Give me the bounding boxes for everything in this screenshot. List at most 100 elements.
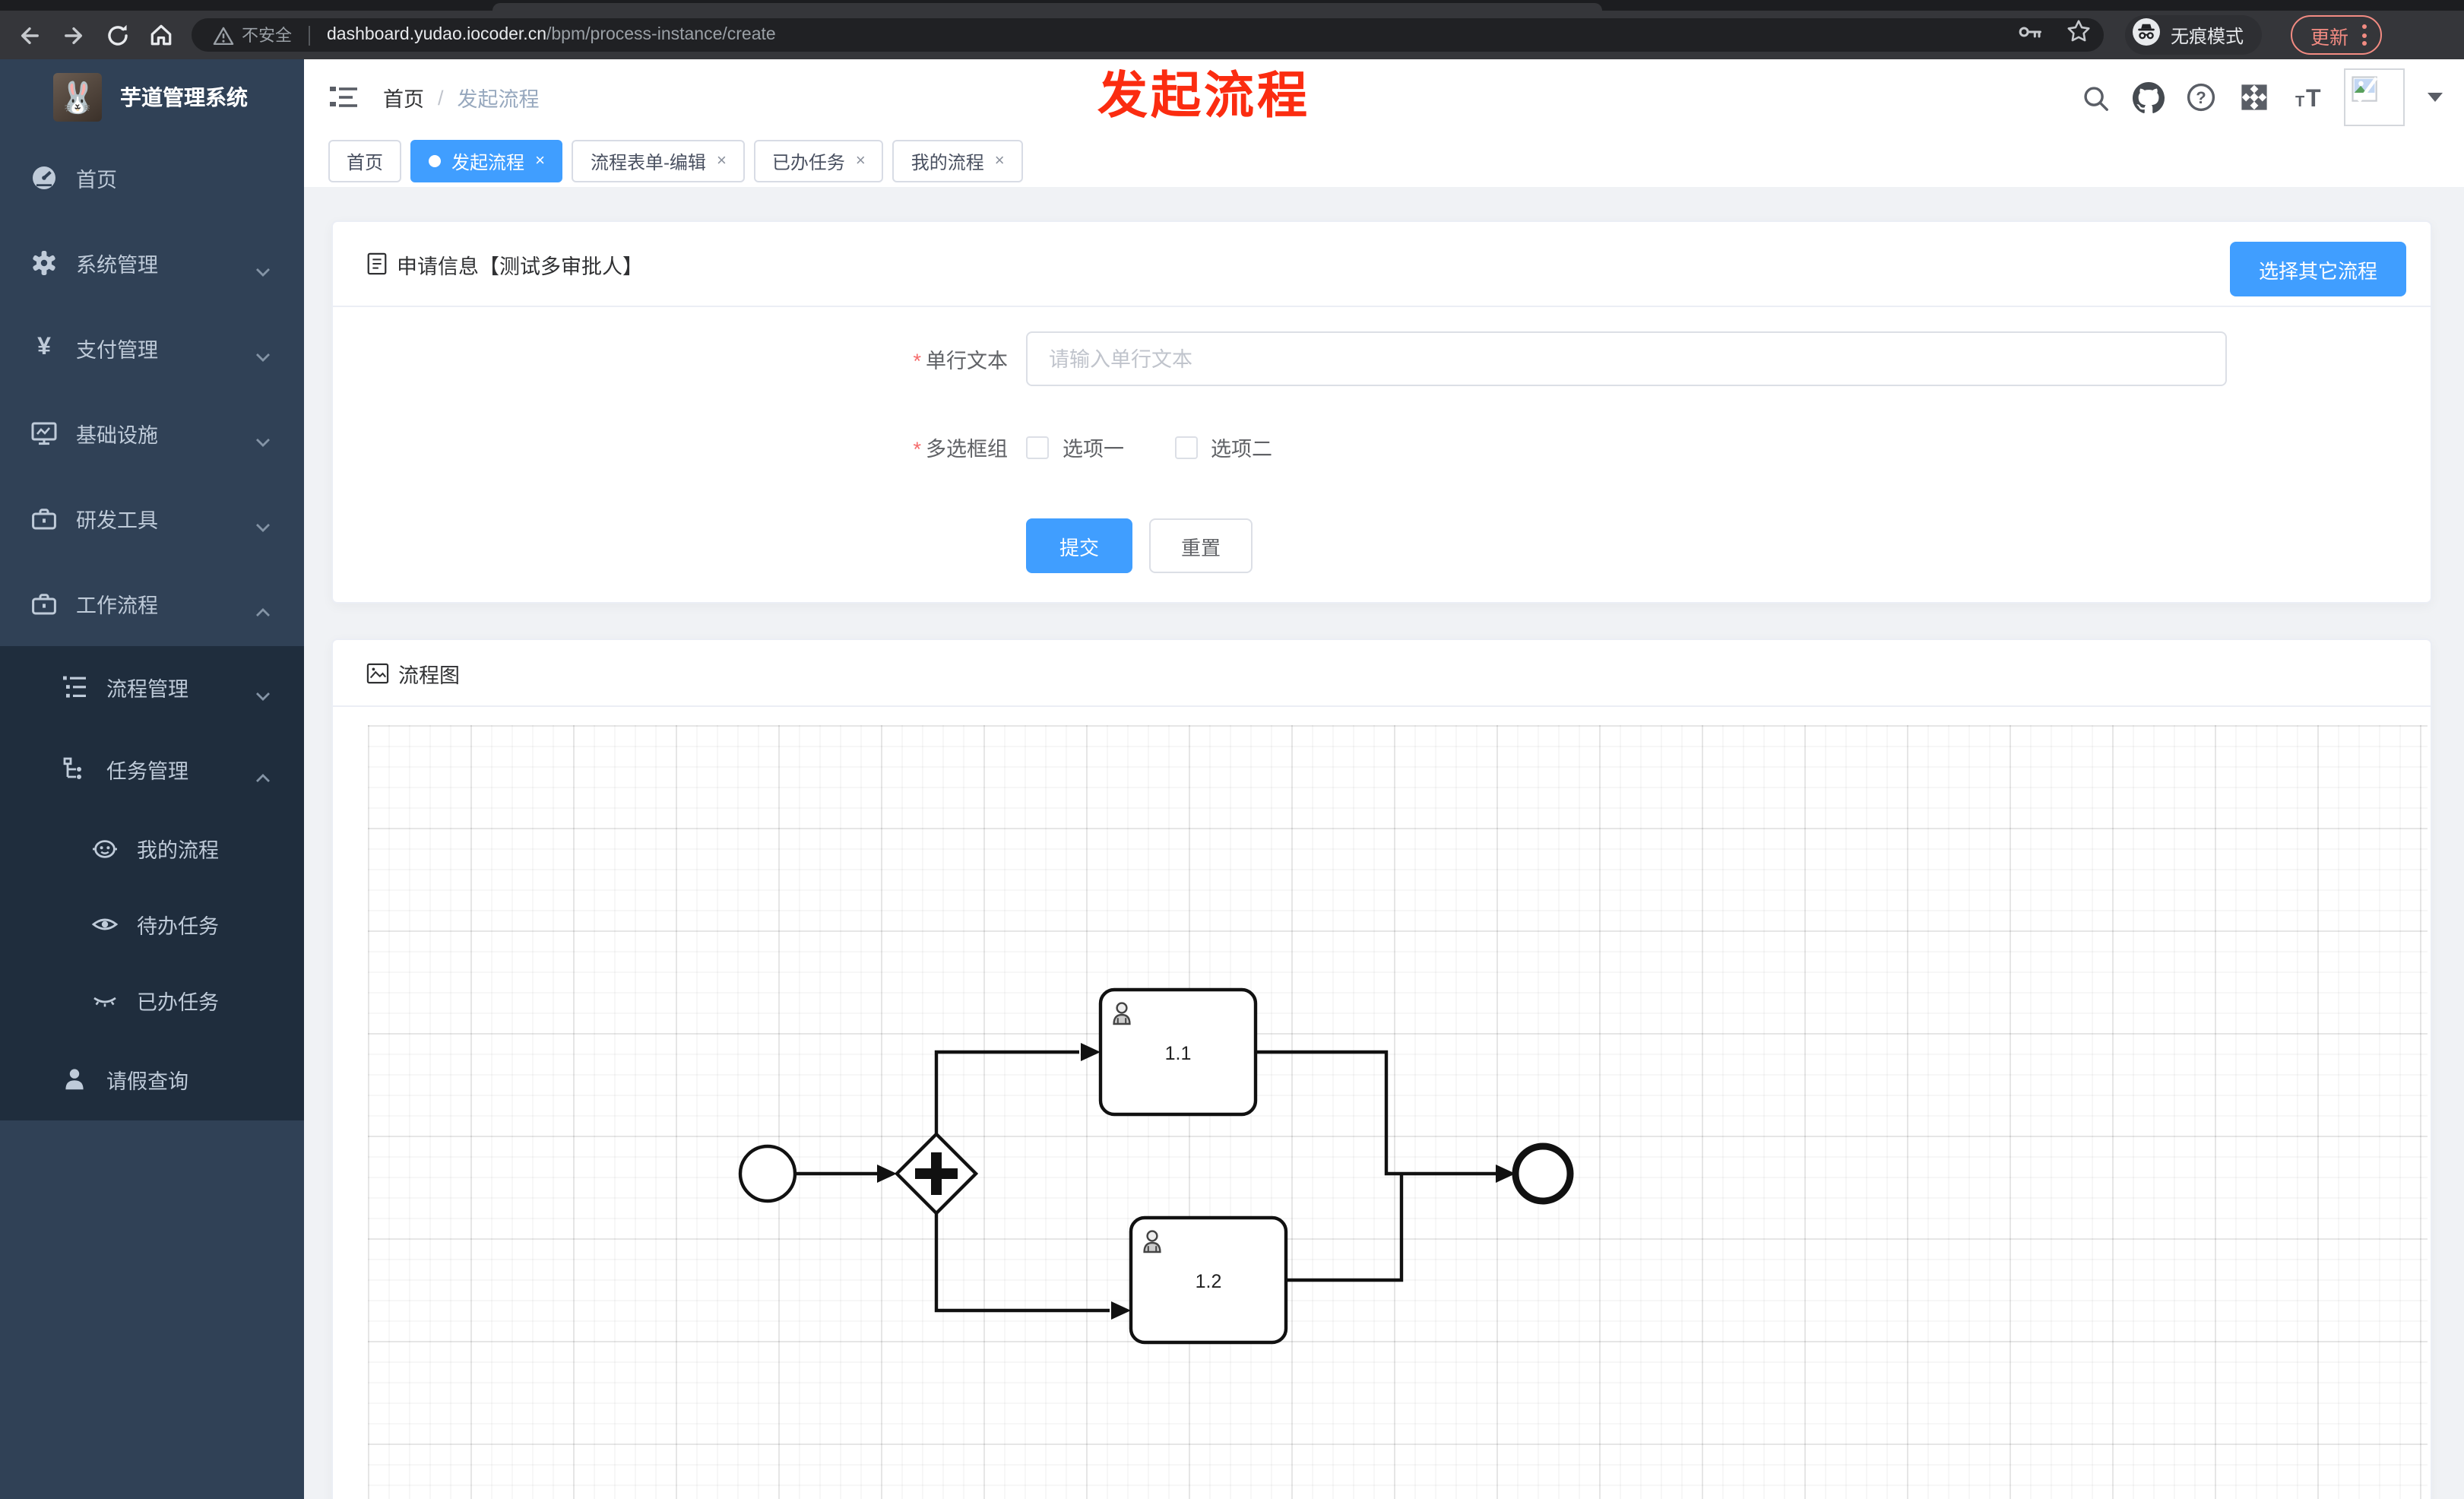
select-other-process-button[interactable]: 选择其它流程 bbox=[2229, 242, 2406, 296]
browser-active-tab[interactable] bbox=[492, 3, 1602, 11]
security-label: 不安全 bbox=[242, 27, 292, 46]
monitor-icon bbox=[30, 420, 58, 447]
sidebar-item-infrastructure[interactable]: 基础设施 bbox=[0, 391, 304, 476]
close-icon[interactable]: × bbox=[535, 152, 545, 170]
single-line-text-input[interactable] bbox=[1026, 331, 2227, 386]
incognito-badge: 无痕模式 bbox=[2125, 15, 2263, 55]
close-icon[interactable]: × bbox=[995, 152, 1005, 170]
forward-icon[interactable] bbox=[58, 20, 88, 50]
diagram-title: 流程图 bbox=[398, 664, 460, 686]
robot-face-icon bbox=[91, 835, 119, 862]
warning-icon bbox=[213, 26, 234, 45]
chevron-down-icon bbox=[255, 512, 271, 540]
checkbox-field-label: * 多选框组 bbox=[913, 438, 1008, 461]
bpmn-canvas[interactable]: 1.1 1.2 bbox=[368, 725, 2428, 1499]
sidebar: 🐰 芋道管理系统 首页 系统管理 ¥ 支付管理 基础设施 研发工具 工作流程 流… bbox=[0, 59, 304, 1499]
checkbox-option-2[interactable]: 选项二 bbox=[1174, 432, 1272, 462]
bpmn-end-event[interactable] bbox=[1512, 1142, 1574, 1205]
view-tab-done-tasks[interactable]: 已办任务 × bbox=[753, 140, 884, 182]
back-icon[interactable] bbox=[14, 20, 44, 50]
user-icon bbox=[61, 1066, 88, 1093]
apply-info-title: 申请信息【测试多审批人】 bbox=[397, 255, 643, 277]
app-logo-row[interactable]: 🐰 芋道管理系统 bbox=[0, 59, 304, 135]
sidebar-fold-icon[interactable] bbox=[328, 82, 359, 113]
view-tab-start-process[interactable]: 发起流程 × bbox=[410, 140, 563, 182]
chevron-down-icon bbox=[255, 257, 271, 284]
apply-info-card-header: 申请信息【测试多审批人】 bbox=[333, 222, 2431, 307]
svg-text:?: ? bbox=[2196, 88, 2206, 107]
fullscreen-icon[interactable] bbox=[2238, 81, 2271, 114]
update-label: 更新 bbox=[2310, 27, 2349, 48]
view-tab-my-process[interactable]: 我的流程 × bbox=[892, 140, 1023, 182]
bookmark-star-icon[interactable] bbox=[2066, 18, 2092, 52]
text-field-row: * 单行文本 bbox=[333, 331, 2431, 386]
sidebar-item-label: 工作流程 bbox=[76, 594, 158, 617]
submit-button[interactable]: 提交 bbox=[1026, 518, 1132, 573]
page-content: 申请信息【测试多审批人】 选择其它流程 *单行文本 *多选框组 选项一 选项二 bbox=[304, 187, 2464, 1499]
svg-text:T: T bbox=[2295, 93, 2304, 110]
home-icon[interactable] bbox=[146, 20, 176, 50]
help-icon[interactable]: ? bbox=[2184, 81, 2218, 114]
bpmn-start-event[interactable] bbox=[738, 1144, 797, 1203]
url-bar[interactable]: 不安全 dashboard.yudao.iocoder.cn/bpm/proce… bbox=[192, 18, 2104, 52]
sidebar-item-my-process[interactable]: 我的流程 bbox=[0, 810, 304, 886]
screenshot-root: 不安全 dashboard.yudao.iocoder.cn/bpm/proce… bbox=[0, 0, 2464, 1499]
chevron-up-icon bbox=[255, 763, 271, 791]
sidebar-item-system[interactable]: 系统管理 bbox=[0, 220, 304, 306]
close-icon[interactable]: × bbox=[856, 152, 866, 170]
kebab-menu-icon[interactable] bbox=[2362, 24, 2368, 46]
breadcrumb-separator: / bbox=[438, 86, 444, 109]
avatar[interactable] bbox=[2344, 68, 2405, 126]
annotation-title: 发起流程 bbox=[1097, 67, 1310, 123]
sidebar-item-dev-tools[interactable]: 研发工具 bbox=[0, 476, 304, 561]
omnibox-divider bbox=[309, 25, 310, 45]
checkbox-field-row: * 多选框组 选项一 选项二 bbox=[333, 432, 2431, 462]
password-key-icon[interactable] bbox=[2017, 19, 2044, 51]
sidebar-item-workflow[interactable]: 工作流程 bbox=[0, 561, 304, 646]
avatar-caret-icon[interactable] bbox=[2428, 93, 2443, 102]
checkbox-icon[interactable] bbox=[1026, 436, 1049, 458]
required-mark: * bbox=[913, 438, 921, 461]
sidebar-item-label: 基础设施 bbox=[76, 424, 158, 447]
font-size-icon[interactable]: TT bbox=[2291, 81, 2324, 114]
dashboard-icon bbox=[30, 164, 58, 192]
sidebar-item-task-mgmt[interactable]: 任务管理 bbox=[0, 728, 304, 810]
sidebar-item-process-mgmt[interactable]: 流程管理 bbox=[0, 646, 304, 728]
breadcrumb-home[interactable]: 首页 bbox=[383, 82, 424, 113]
update-menu-button[interactable]: 更新 bbox=[2291, 15, 2383, 55]
sidebar-item-label: 待办任务 bbox=[137, 915, 219, 938]
workflow-submenu: 流程管理 任务管理 我的流程 待办任务 已办任务 请假查询 bbox=[0, 646, 304, 1120]
sidebar-item-label: 系统管理 bbox=[76, 254, 158, 277]
checkbox-option-1[interactable]: 选项一 bbox=[1026, 432, 1124, 462]
incognito-label: 无痕模式 bbox=[2171, 25, 2244, 46]
sidebar-item-todo-tasks[interactable]: 待办任务 bbox=[0, 886, 304, 962]
reload-icon[interactable] bbox=[102, 20, 132, 50]
briefcase-icon bbox=[30, 590, 58, 617]
sidebar-item-label: 流程管理 bbox=[106, 678, 188, 701]
sidebar-item-home[interactable]: 首页 bbox=[0, 135, 304, 220]
checkbox-icon[interactable] bbox=[1174, 436, 1197, 458]
url-text[interactable]: dashboard.yudao.iocoder.cn/bpm/process-i… bbox=[327, 26, 776, 44]
list-tree-icon bbox=[61, 673, 88, 701]
reset-button[interactable]: 重置 bbox=[1149, 518, 1253, 573]
app-logo: 🐰 bbox=[53, 73, 102, 122]
search-icon[interactable] bbox=[2078, 81, 2111, 114]
view-tab-form-edit[interactable]: 流程表单-编辑 × bbox=[572, 140, 745, 182]
sidebar-item-done-tasks[interactable]: 已办任务 bbox=[0, 962, 304, 1038]
broken-image-icon bbox=[2352, 76, 2378, 103]
form-actions: 提交 重置 bbox=[333, 518, 2431, 573]
sidebar-item-payment[interactable]: ¥ 支付管理 bbox=[0, 306, 304, 391]
url-domain: dashboard.yudao.iocoder.cn bbox=[327, 26, 546, 44]
view-tab-home[interactable]: 首页 bbox=[328, 140, 402, 182]
sidebar-item-label: 首页 bbox=[76, 169, 117, 192]
github-icon[interactable] bbox=[2131, 81, 2165, 114]
sidebar-item-label: 请假查询 bbox=[106, 1070, 188, 1093]
sidebar-item-leave-query[interactable]: 请假查询 bbox=[0, 1038, 304, 1120]
eye-icon bbox=[91, 911, 119, 938]
chevron-up-icon bbox=[255, 597, 271, 625]
text-field-label: * 单行文本 bbox=[913, 350, 1008, 372]
security-indicator[interactable]: 不安全 bbox=[213, 23, 292, 47]
close-icon[interactable]: × bbox=[717, 152, 727, 170]
image-icon bbox=[366, 662, 389, 683]
incognito-icon bbox=[2131, 16, 2162, 54]
